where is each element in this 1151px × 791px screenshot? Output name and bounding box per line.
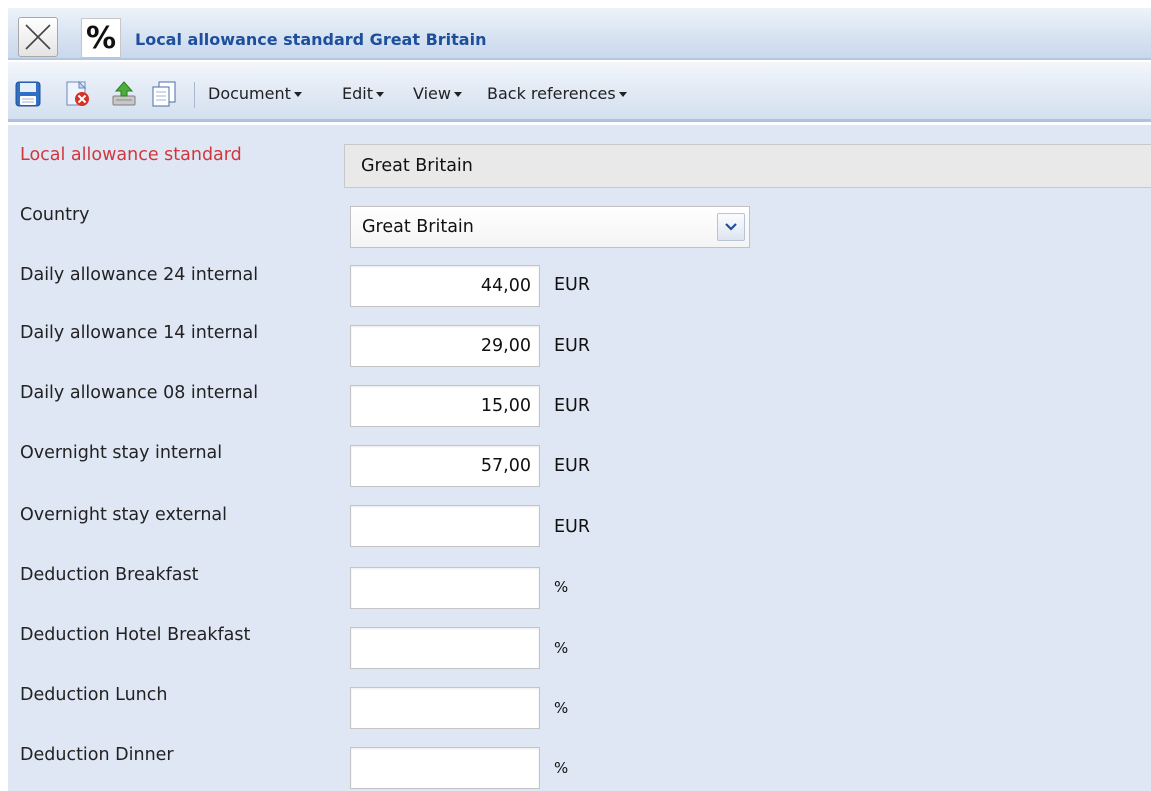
daily-allowance-24-input[interactable] [350, 265, 540, 307]
deduction-breakfast-label: Deduction Breakfast [20, 565, 199, 585]
deduction-dinner-input[interactable] [350, 747, 540, 789]
upload-icon[interactable] [110, 80, 138, 108]
caret-down-icon [618, 92, 627, 97]
country-select[interactable]: Great Britain [350, 206, 750, 248]
daily-allowance-24-unit: EUR [554, 275, 591, 295]
form-panel: Local allowance standard Great Britain C… [8, 125, 1151, 791]
overnight-internal-input[interactable] [350, 445, 540, 487]
name-label: Local allowance standard [20, 145, 242, 165]
country-label: Country [20, 205, 90, 225]
daily-allowance-08-label: Daily allowance 08 internal [20, 383, 259, 403]
chevron-down-icon [725, 223, 737, 231]
close-x-icon [25, 24, 51, 50]
caret-down-icon [293, 92, 302, 97]
country-select-value: Great Britain [362, 217, 474, 237]
name-field: Great Britain [344, 144, 1151, 188]
daily-allowance-14-input[interactable] [350, 325, 540, 367]
deduction-breakfast-input[interactable] [350, 567, 540, 609]
delete-icon[interactable] [64, 80, 92, 108]
dropdown-button[interactable] [717, 213, 745, 241]
deduction-breakfast-unit: % [554, 578, 569, 596]
daily-allowance-08-input[interactable] [350, 385, 540, 427]
menu-back-references-label: Back references [487, 84, 616, 103]
title-bar: % Local allowance standard Great Britain [8, 8, 1151, 60]
deduction-lunch-unit: % [554, 699, 569, 717]
daily-allowance-14-label: Daily allowance 14 internal [20, 323, 259, 343]
toolbar-separator [194, 82, 195, 108]
deduction-hotel-breakfast-label: Deduction Hotel Breakfast [20, 625, 251, 645]
menu-view[interactable]: View [413, 84, 462, 103]
app-window: % Local allowance standard Great Britain [0, 0, 1151, 791]
toolbar: Document Edit View Back references [8, 62, 1151, 122]
deduction-hotel-breakfast-unit: % [554, 639, 569, 657]
menu-edit[interactable]: Edit [342, 84, 384, 103]
window-title: Local allowance standard Great Britain [135, 30, 487, 49]
menu-view-label: View [413, 84, 451, 103]
overnight-external-input[interactable] [350, 505, 540, 547]
save-icon[interactable] [14, 80, 42, 108]
deduction-lunch-label: Deduction Lunch [20, 685, 168, 705]
percent-icon: % [81, 18, 121, 58]
overnight-internal-label: Overnight stay internal [20, 443, 223, 463]
menu-document[interactable]: Document [208, 84, 302, 103]
caret-down-icon [375, 92, 384, 97]
caret-down-icon [453, 92, 462, 97]
menu-document-label: Document [208, 84, 291, 103]
deduction-lunch-input[interactable] [350, 687, 540, 729]
menu-edit-label: Edit [342, 84, 373, 103]
deduction-dinner-unit: % [554, 759, 569, 777]
daily-allowance-08-unit: EUR [554, 396, 591, 416]
overnight-external-unit: EUR [554, 517, 591, 537]
menu-back-references[interactable]: Back references [487, 84, 627, 103]
daily-allowance-24-label: Daily allowance 24 internal [20, 265, 259, 285]
deduction-hotel-breakfast-input[interactable] [350, 627, 540, 669]
overnight-internal-unit: EUR [554, 456, 591, 476]
close-button[interactable] [18, 17, 58, 57]
daily-allowance-14-unit: EUR [554, 336, 591, 356]
overnight-external-label: Overnight stay external [20, 505, 227, 525]
deduction-dinner-label: Deduction Dinner [20, 745, 174, 765]
copy-icon[interactable] [150, 80, 178, 108]
